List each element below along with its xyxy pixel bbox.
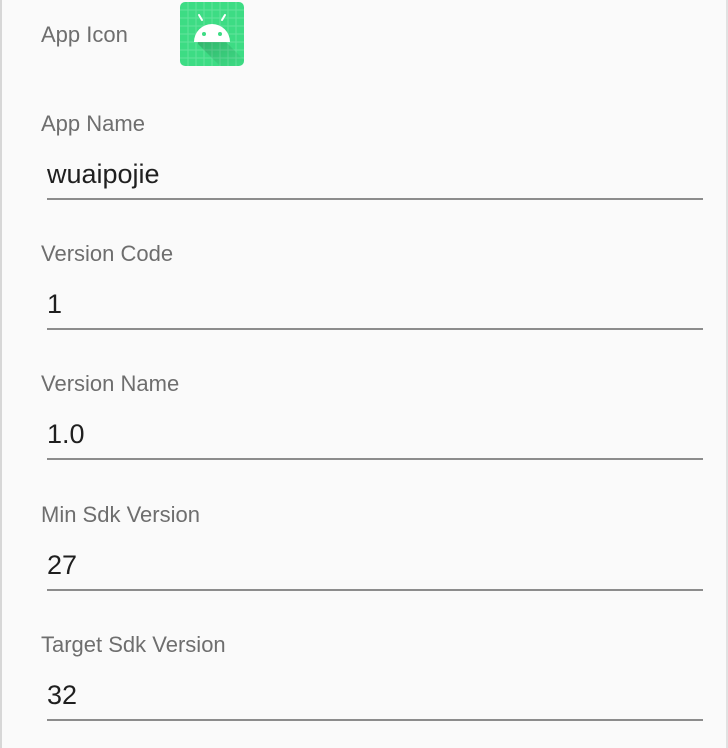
target-sdk-version-field[interactable]: 32: [47, 677, 703, 721]
app-name-value: wuaipojie: [47, 159, 160, 189]
version-code-field[interactable]: 1: [47, 286, 703, 330]
min-sdk-version-value: 27: [47, 550, 78, 580]
version-code-value: 1: [47, 289, 63, 319]
android-robot-icon[interactable]: [180, 2, 244, 66]
target-sdk-version-label: Target Sdk Version: [41, 632, 226, 657]
min-sdk-version-label: Min Sdk Version: [41, 502, 200, 527]
app-name-label: App Name: [41, 111, 145, 136]
min-sdk-version-field[interactable]: 27: [47, 547, 703, 591]
version-name-label: Version Name: [41, 371, 180, 396]
app-icon-label: App Icon: [41, 22, 128, 47]
app-name-field[interactable]: wuaipojie: [47, 156, 703, 200]
left-frame-border: [0, 0, 2, 748]
version-code-label: Version Code: [41, 241, 174, 266]
version-name-value: 1.0: [47, 419, 85, 449]
version-name-field[interactable]: 1.0: [47, 416, 703, 460]
target-sdk-version-value: 32: [47, 680, 78, 710]
